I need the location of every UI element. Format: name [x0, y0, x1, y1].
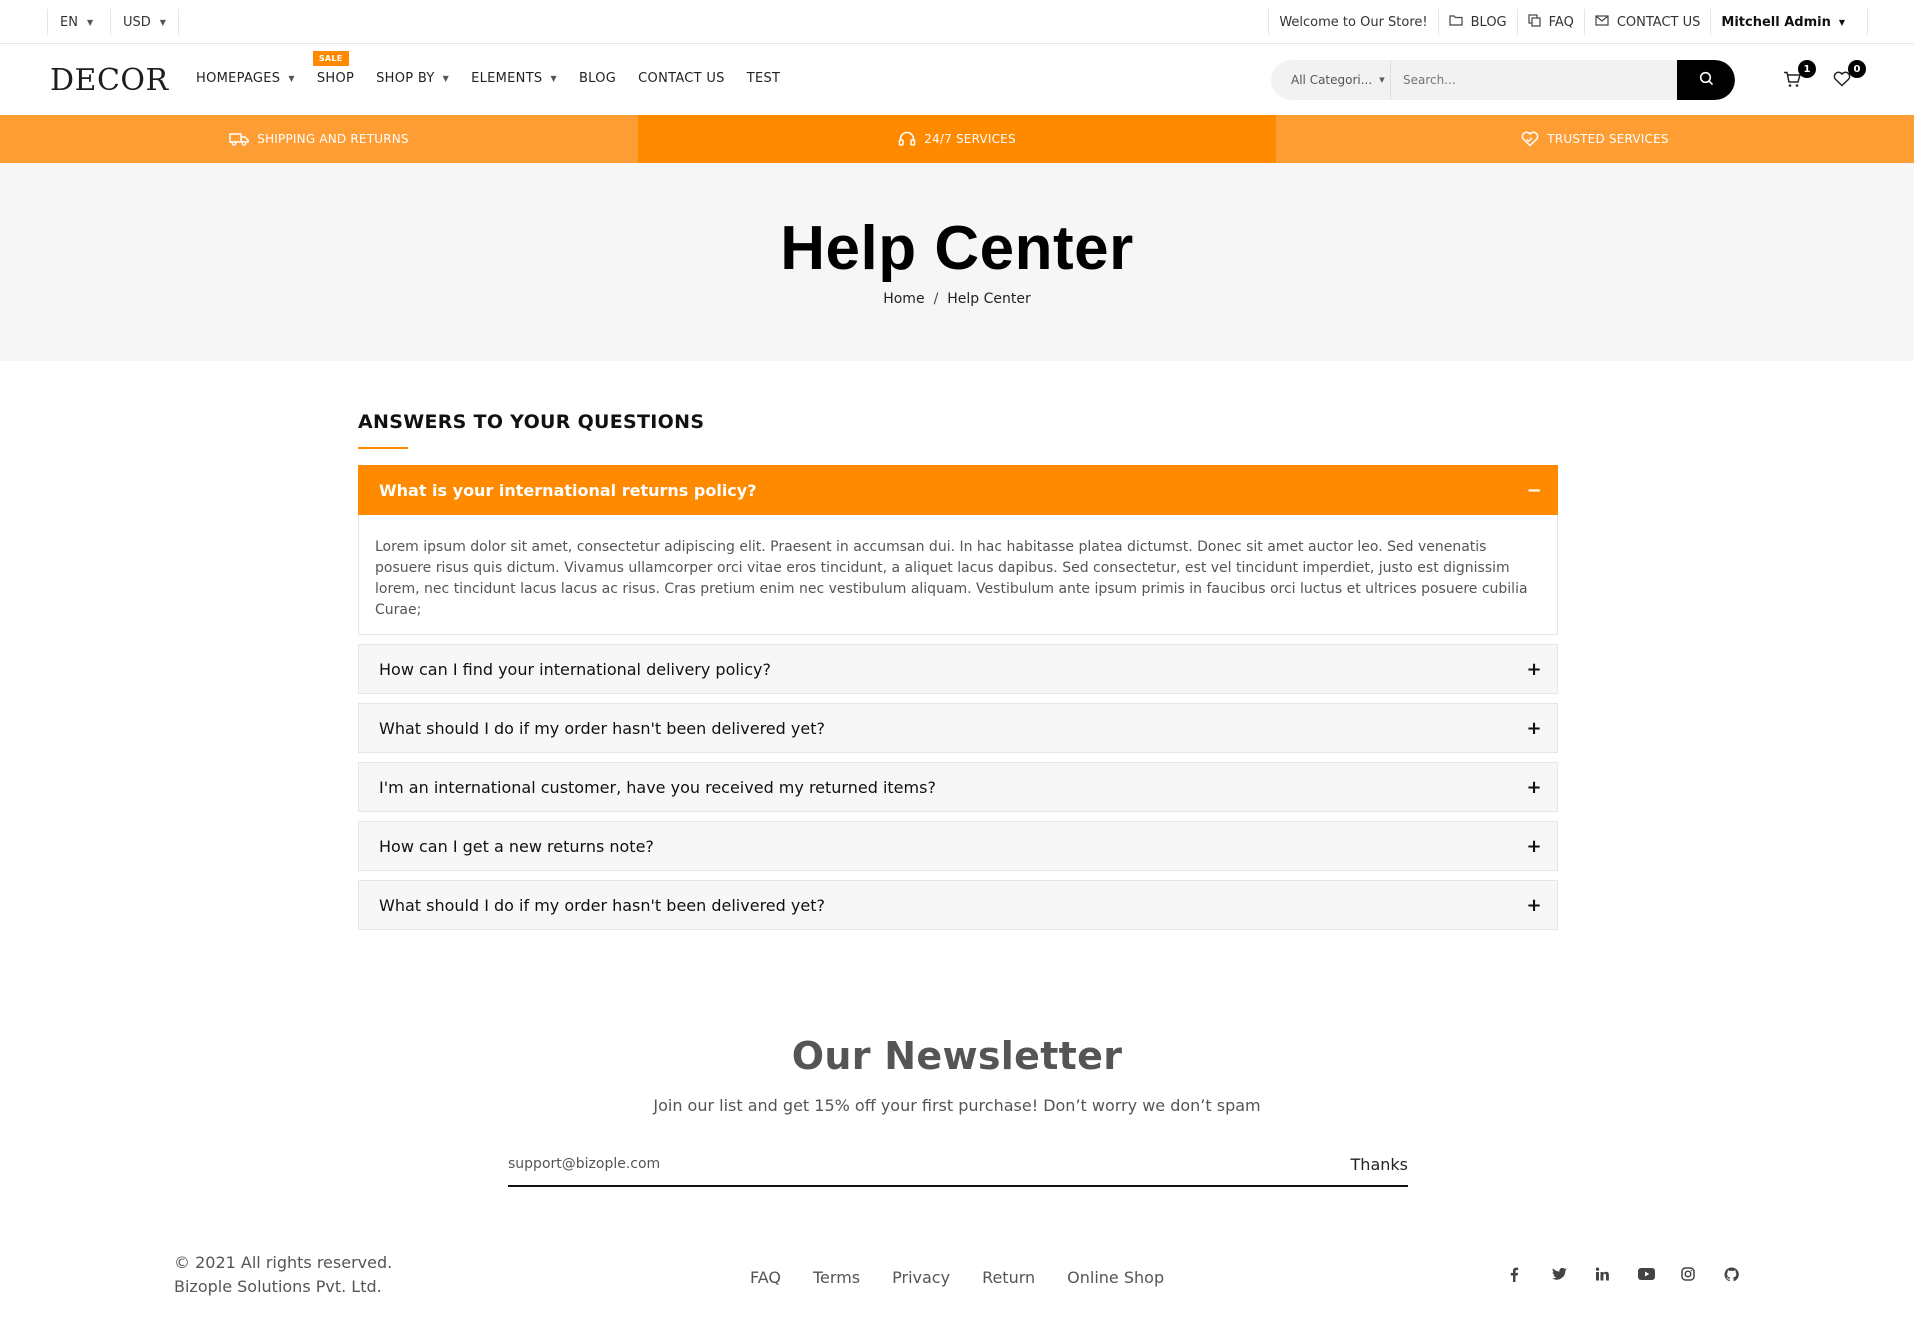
footer-copyright: © 2021 All rights reserved. Bizople Solu… [174, 1251, 392, 1299]
envelope-icon [1595, 14, 1609, 30]
faq-question: How can I get a new returns note? [379, 836, 654, 856]
faq-question: What is your international returns polic… [379, 480, 757, 500]
newsletter-form: Thanks [508, 1143, 1408, 1187]
cart-button[interactable]: 1 [1780, 60, 1816, 93]
headset-icon [898, 131, 916, 147]
sale-badge: SALE [312, 51, 349, 66]
truck-icon [229, 132, 249, 146]
copy-icon [1528, 13, 1541, 31]
nav-item-homepages[interactable]: HOMEPAGES ▼ [196, 71, 295, 86]
wishlist-count-badge: 0 [1848, 60, 1866, 78]
footer-link-return[interactable]: Return [982, 1268, 1035, 1287]
footer-link-privacy[interactable]: Privacy [892, 1268, 950, 1287]
welcome-text: Welcome to Our Store! [1268, 9, 1437, 35]
nav-item-shop-by[interactable]: SHOP BY ▼ [376, 71, 449, 86]
nav-item-shop[interactable]: SALE SHOP [312, 51, 354, 86]
breadcrumb-home[interactable]: Home [883, 291, 924, 307]
wishlist-button[interactable]: 0 [1830, 60, 1866, 93]
plus-icon: + [1526, 658, 1542, 680]
copyright-text: © 2021 All rights reserved. [174, 1253, 393, 1272]
faq-question: I'm an international customer, have you … [379, 777, 936, 797]
youtube-icon[interactable] [1638, 1263, 1681, 1285]
search-bar: All Categori... ▼ [1271, 60, 1735, 100]
faq-heading: ANSWERS TO YOUR QUESTIONS [358, 411, 705, 433]
search-icon [1699, 71, 1714, 90]
plus-icon: + [1526, 835, 1542, 857]
chevron-down-icon: ▼ [442, 74, 450, 83]
chevron-down-icon: ▼ [1838, 17, 1845, 27]
plus-icon: + [1526, 894, 1542, 916]
faq-item-4-header[interactable]: I'm an international customer, have you … [358, 762, 1558, 812]
topbar-faq-link[interactable]: FAQ [1516, 9, 1584, 35]
topbar-blog-link[interactable]: BLOG [1437, 9, 1517, 35]
search-input[interactable] [1391, 60, 1677, 100]
page-hero: Help Center Home / Help Center [0, 163, 1914, 361]
nav-item-contact-us[interactable]: CONTACT US [638, 71, 725, 86]
faq-item-1-answer: Lorem ipsum dolor sit amet, consectetur … [358, 515, 1558, 635]
breadcrumb-current: Help Center [947, 291, 1031, 307]
instagram-icon[interactable] [1681, 1263, 1724, 1285]
nav-item-test[interactable]: TEST [747, 71, 781, 86]
newsletter-email-input[interactable] [508, 1156, 1351, 1172]
service-support: 24/7 SERVICES [638, 115, 1276, 163]
language-select[interactable]: EN ▼ [47, 9, 93, 35]
faq-item-3-header[interactable]: What should I do if my order hasn't been… [358, 703, 1558, 753]
newsletter-subtitle: Join our list and get 15% off your first… [653, 1096, 1261, 1115]
footer-links: FAQ Terms Privacy Return Online Shop [750, 1268, 1196, 1287]
github-icon[interactable] [1724, 1263, 1767, 1285]
plus-icon: + [1526, 776, 1542, 798]
service-shipping: SHIPPING AND RETURNS [0, 115, 638, 163]
footer-link-online-shop[interactable]: Online Shop [1067, 1268, 1164, 1287]
currency-label: USD [123, 14, 151, 30]
chevron-down-icon: ▼ [288, 74, 295, 83]
top-bar: EN ▼ USD ▼ Welcome to Our Store! BLOG FA… [0, 0, 1914, 44]
footer-link-faq[interactable]: FAQ [750, 1268, 781, 1287]
topbar-contact-link[interactable]: CONTACT US [1583, 9, 1711, 35]
faq-question: What should I do if my order hasn't been… [379, 718, 825, 738]
search-button[interactable] [1677, 60, 1735, 100]
plus-icon: + [1526, 717, 1542, 739]
faq-question: What should I do if my order hasn't been… [379, 895, 825, 915]
faq-item-6-header[interactable]: What should I do if my order hasn't been… [358, 880, 1558, 930]
user-menu[interactable]: Mitchell Admin ▼ [1710, 9, 1868, 35]
breadcrumb: Home / Help Center [0, 291, 1914, 307]
nav-item-elements[interactable]: ELEMENTS ▼ [471, 71, 557, 86]
main-nav: HOMEPAGES ▼ SALE SHOP SHOP BY ▼ ELEMENTS… [196, 51, 802, 86]
company-name: Bizople Solutions Pvt. Ltd. [174, 1277, 382, 1296]
facebook-icon[interactable] [1509, 1263, 1552, 1285]
faq-question: How can I find your international delive… [379, 659, 772, 679]
faq-item-2-header[interactable]: How can I find your international delive… [358, 644, 1558, 694]
user-name: Mitchell Admin [1721, 14, 1831, 30]
faq-heading-underline [358, 447, 408, 449]
site-logo[interactable]: DECOR [50, 63, 169, 98]
faq-item-1-header[interactable]: What is your international returns polic… [358, 465, 1558, 515]
minus-icon: − [1526, 479, 1542, 501]
nav-item-blog[interactable]: BLOG [579, 71, 616, 86]
service-bar: SHIPPING AND RETURNS 24/7 SERVICES TRUST… [0, 115, 1914, 163]
footer-link-terms[interactable]: Terms [813, 1268, 860, 1287]
breadcrumb-separator: / [933, 291, 939, 307]
main-header: DECOR HOMEPAGES ▼ SALE SHOP SHOP BY ▼ EL… [0, 45, 1914, 115]
cart-count-badge: 1 [1798, 60, 1816, 78]
twitter-icon[interactable] [1552, 1263, 1595, 1285]
chevron-down-icon: ▼ [550, 74, 557, 83]
faq-item-5-header[interactable]: How can I get a new returns note? + [358, 821, 1558, 871]
currency-select[interactable]: USD ▼ [110, 9, 179, 35]
newsletter-submit-button[interactable]: Thanks [1351, 1155, 1408, 1174]
chevron-down-icon: ▼ [159, 17, 166, 27]
linkedin-icon[interactable] [1595, 1263, 1638, 1285]
category-select[interactable]: All Categori... ▼ [1271, 60, 1391, 100]
chevron-down-icon: ▼ [86, 17, 94, 27]
language-label: EN [60, 14, 78, 30]
newsletter-title: Our Newsletter [791, 1034, 1123, 1078]
heart-handshake-icon [1521, 131, 1539, 147]
page-title: Help Center [780, 214, 1134, 283]
folder-icon [1449, 14, 1463, 30]
chevron-down-icon: ▼ [1379, 76, 1385, 84]
heart-icon [1833, 71, 1851, 91]
service-trusted: TRUSTED SERVICES [1276, 115, 1914, 163]
social-links [1509, 1263, 1767, 1285]
